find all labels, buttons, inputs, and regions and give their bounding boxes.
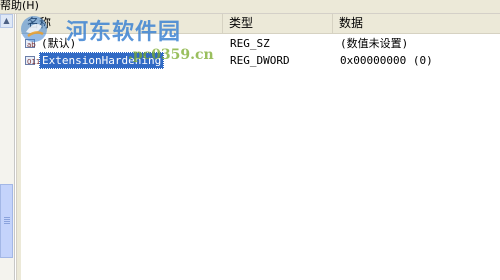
value-data: 0x00000000 (0): [340, 54, 433, 67]
value-data: (数值未设置): [340, 37, 409, 50]
scroll-up-arrow-icon[interactable]: ▲: [0, 14, 13, 28]
value-type: REG_DWORD: [230, 54, 290, 67]
dword-value-icon: 011: [25, 56, 40, 66]
tree-vertical-scrollbar[interactable]: ▲: [0, 14, 14, 280]
grip-icon: [4, 217, 10, 225]
menu-help[interactable]: 帮助(H): [0, 0, 39, 13]
pane-splitter[interactable]: [16, 14, 21, 280]
scroll-thumb[interactable]: [0, 184, 13, 258]
value-type: REG_SZ: [230, 37, 270, 50]
menu-bar: 帮助(H): [0, 0, 500, 14]
watermark-url: .pc0359.cn: [128, 47, 214, 63]
column-header-type[interactable]: 类型: [223, 14, 333, 33]
watermark-title: 河东软件园: [66, 19, 182, 45]
column-header-data[interactable]: 数据: [333, 14, 500, 33]
watermark-logo-icon: [21, 16, 47, 42]
